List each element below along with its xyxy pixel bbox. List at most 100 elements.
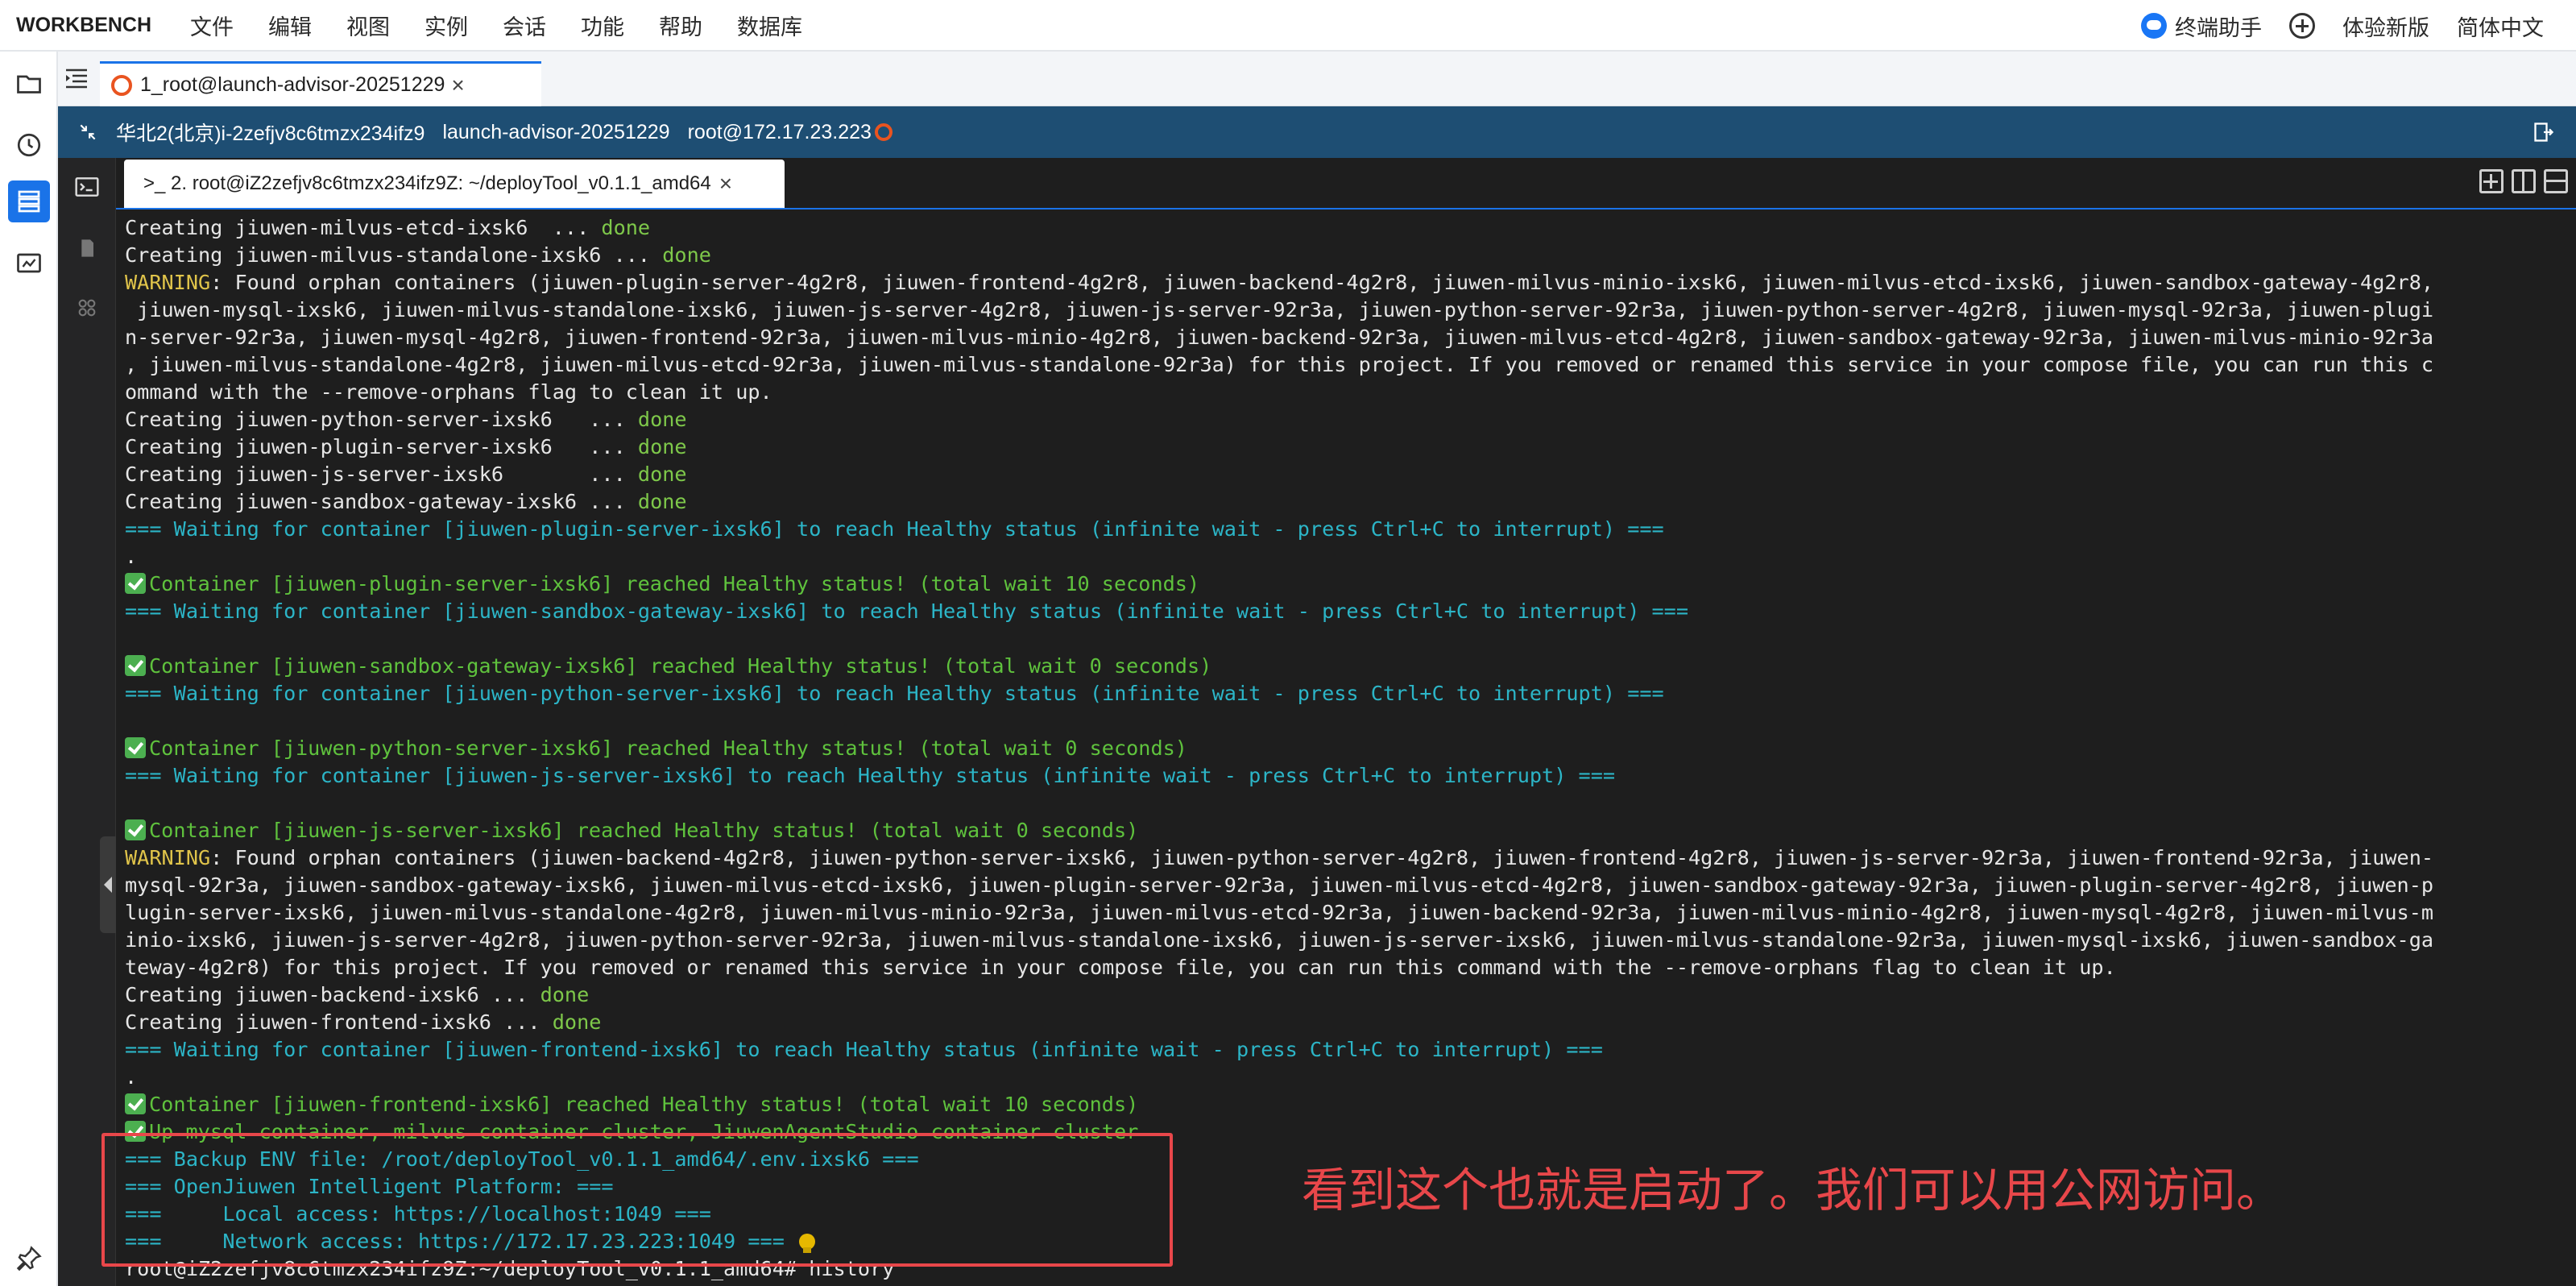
terminal-text: Container [jiuwen-frontend-ixsk6] reache… bbox=[149, 1093, 1139, 1116]
folder-icon[interactable] bbox=[14, 69, 43, 98]
terminal-text: done bbox=[637, 408, 687, 431]
language-selector[interactable]: 简体中文 bbox=[2457, 10, 2544, 42]
terminal-text: Container [jiuwen-python-server-ixsk6] r… bbox=[149, 736, 1187, 760]
terminal-text: Container [jiuwen-sandbox-gateway-ixsk6]… bbox=[149, 654, 1212, 678]
terminal-line: Container [jiuwen-frontend-ixsk6] reache… bbox=[125, 1091, 1138, 1118]
terminal-text: done bbox=[662, 243, 711, 267]
session-tab[interactable]: 1_root@launch-advisor-20251229 × bbox=[100, 61, 541, 106]
terminal-assistant-button[interactable]: 终端助手 bbox=[2141, 10, 2262, 42]
terminal-text: done bbox=[552, 1010, 602, 1034]
host-info-bar: 华北2(北京)i-2zefjv8c6tmzx234ifz9 launch-adv… bbox=[58, 106, 2576, 158]
monitor-icon[interactable] bbox=[14, 250, 43, 279]
terminal-icon[interactable] bbox=[74, 174, 100, 200]
menu-edit[interactable]: 编辑 bbox=[268, 10, 312, 41]
terminal-tool-sidebar bbox=[58, 158, 116, 1286]
terminal-line: === Waiting for container [jiuwen-python… bbox=[125, 680, 1664, 707]
assistant-icon bbox=[2141, 13, 2167, 39]
menu-instance[interactable]: 实例 bbox=[425, 10, 468, 41]
split-horizontal-icon[interactable] bbox=[2544, 169, 2568, 193]
terminal-text: WARNING bbox=[125, 271, 211, 294]
menu-features[interactable]: 功能 bbox=[581, 10, 624, 41]
terminal-line: Creating jiuwen-milvus-etcd-ixsk6 ... do… bbox=[125, 214, 650, 242]
check-mark-icon bbox=[125, 737, 146, 758]
menu-session[interactable]: 会话 bbox=[503, 10, 546, 41]
terminal-line: Container [jiuwen-sandbox-gateway-ixsk6]… bbox=[125, 653, 1211, 680]
check-mark-icon bbox=[125, 1093, 146, 1114]
terminal-tab-close-button[interactable]: × bbox=[719, 171, 732, 197]
menu-file[interactable]: 文件 bbox=[190, 10, 234, 41]
terminal-text: ommand with the --remove-orphans flag to… bbox=[125, 380, 772, 404]
menu-view[interactable]: 视图 bbox=[346, 10, 390, 41]
check-mark-icon bbox=[125, 655, 146, 676]
terminal-text: WARNING bbox=[125, 846, 211, 869]
menu-database[interactable]: 数据库 bbox=[737, 10, 802, 41]
terminal-text: done bbox=[637, 435, 687, 458]
terminal-text: Creating jiuwen-milvus-etcd-ixsk6 ... bbox=[125, 216, 602, 239]
terminal-text: inio-ixsk6, jiuwen-js-server-4g2r8, jiuw… bbox=[125, 928, 2434, 952]
terminal-output[interactable]: Creating jiuwen-milvus-etcd-ixsk6 ... do… bbox=[116, 211, 2576, 1286]
pin-icon[interactable] bbox=[14, 1244, 43, 1273]
file-icon[interactable] bbox=[74, 235, 100, 261]
session-list-icon[interactable] bbox=[8, 180, 50, 222]
app-brand: WORKBENCH bbox=[16, 13, 152, 36]
terminal-line: teway-4g2r8) for this project. If you re… bbox=[125, 954, 2116, 981]
terminal-tab[interactable]: >_ 2. root@iZ2zefjv8c6tmzx234ifz9Z: ~/de… bbox=[124, 160, 785, 208]
terminal-line: jiuwen-mysql-ixsk6, jiuwen-milvus-standa… bbox=[125, 297, 2433, 324]
ubuntu-small-icon bbox=[874, 123, 892, 141]
ubuntu-icon bbox=[111, 74, 132, 96]
main-menu: 文件 编辑 视图 实例 会话 功能 帮助 数据库 bbox=[190, 10, 837, 41]
sidebar-collapse-handle[interactable] bbox=[100, 836, 116, 933]
split-vertical-icon[interactable] bbox=[2512, 169, 2536, 193]
terminal-line: . bbox=[125, 543, 137, 570]
new-terminal-icon[interactable] bbox=[2479, 169, 2504, 193]
terminal-line: Container [jiuwen-js-server-ixsk6] reach… bbox=[125, 817, 1138, 844]
terminal-text: Container [jiuwen-js-server-ixsk6] reach… bbox=[149, 819, 1139, 842]
terminal-line: n-server-92r3a, jiuwen-mysql-4g2r8, jiuw… bbox=[125, 324, 2433, 351]
terminal-line: Creating jiuwen-milvus-standalone-ixsk6 … bbox=[125, 242, 711, 269]
terminal-text: done bbox=[637, 490, 687, 513]
terminal-line: lugin-server-ixsk6, jiuwen-milvus-standa… bbox=[125, 899, 2433, 927]
terminal-line: Creating jiuwen-js-server-ixsk6 ... done bbox=[125, 461, 687, 488]
menu-help[interactable]: 帮助 bbox=[659, 10, 702, 41]
menu-right-group: 终端助手 体验新版 简体中文 bbox=[2114, 0, 2544, 52]
settings-nodes-icon[interactable] bbox=[74, 295, 100, 321]
terminal-text: Creating jiuwen-backend-ixsk6 ... bbox=[125, 983, 540, 1006]
terminal-text: === Waiting for container [jiuwen-plugin… bbox=[125, 517, 1664, 541]
terminal-line: WARNING: Found orphan containers (jiuwen… bbox=[125, 844, 2433, 872]
terminal-line: === Waiting for container [jiuwen-fronte… bbox=[125, 1036, 1603, 1064]
terminal-line: === Waiting for container [jiuwen-plugin… bbox=[125, 516, 1664, 543]
session-tab-close-button[interactable]: × bbox=[451, 73, 464, 98]
terminal-line: === Waiting for container [jiuwen-sandbo… bbox=[125, 598, 1688, 625]
terminal-line: Container [jiuwen-python-server-ixsk6] r… bbox=[125, 735, 1187, 762]
terminal-text: Creating jiuwen-sandbox-gateway-ixsk6 ..… bbox=[125, 490, 638, 513]
terminal-text: === Waiting for container [jiuwen-python… bbox=[125, 682, 1664, 705]
terminal-line: Creating jiuwen-frontend-ixsk6 ... done bbox=[125, 1009, 601, 1036]
terminal-text: jiuwen-mysql-ixsk6, jiuwen-milvus-standa… bbox=[125, 298, 2434, 322]
terminal-text: === Waiting for container [jiuwen-js-ser… bbox=[125, 764, 1616, 787]
add-button[interactable] bbox=[2289, 13, 2315, 39]
terminal-text: Creating jiuwen-js-server-ixsk6 ... bbox=[125, 463, 638, 486]
try-new-version-button[interactable]: 体验新版 bbox=[2342, 10, 2429, 42]
host-instance-name: launch-advisor-20251229 bbox=[442, 120, 670, 143]
terminal-line: Creating jiuwen-python-server-ixsk6 ... … bbox=[125, 406, 687, 434]
terminal-assistant-label: 终端助手 bbox=[2175, 15, 2262, 40]
collapse-arrows-icon[interactable] bbox=[77, 122, 98, 143]
split-buttons bbox=[2479, 169, 2576, 193]
annotation-highlight-box bbox=[101, 1133, 1173, 1267]
exit-icon[interactable] bbox=[2533, 121, 2555, 143]
check-mark-icon bbox=[125, 573, 146, 594]
terminal-text: === Waiting for container [jiuwen-fronte… bbox=[125, 1038, 1603, 1061]
terminal-line: ommand with the --remove-orphans flag to… bbox=[125, 379, 772, 406]
terminal-text: === Waiting for container [jiuwen-sandbo… bbox=[125, 599, 1689, 623]
terminal-text: mysql-92r3a, jiuwen-sandbox-gateway-ixsk… bbox=[125, 873, 2434, 897]
terminal-tab-label: >_ 2. root@iZ2zefjv8c6tmzx234ifz9Z: ~/de… bbox=[143, 172, 711, 194]
outline-toggle-icon[interactable] bbox=[64, 68, 89, 89]
terminal-text: Creating jiuwen-frontend-ixsk6 ... bbox=[125, 1010, 553, 1034]
terminal-text: Creating jiuwen-python-server-ixsk6 ... bbox=[125, 408, 638, 431]
terminal-line: WARNING: Found orphan containers (jiuwen… bbox=[125, 269, 2433, 297]
terminal-text: teway-4g2r8) for this project. If you re… bbox=[125, 956, 2116, 979]
history-icon[interactable] bbox=[14, 131, 43, 160]
terminal-text: Creating jiuwen-milvus-standalone-ixsk6 … bbox=[125, 243, 663, 267]
terminal-line: Creating jiuwen-plugin-server-ixsk6 ... … bbox=[125, 434, 687, 461]
terminal-line: inio-ixsk6, jiuwen-js-server-4g2r8, jiuw… bbox=[125, 927, 2433, 954]
